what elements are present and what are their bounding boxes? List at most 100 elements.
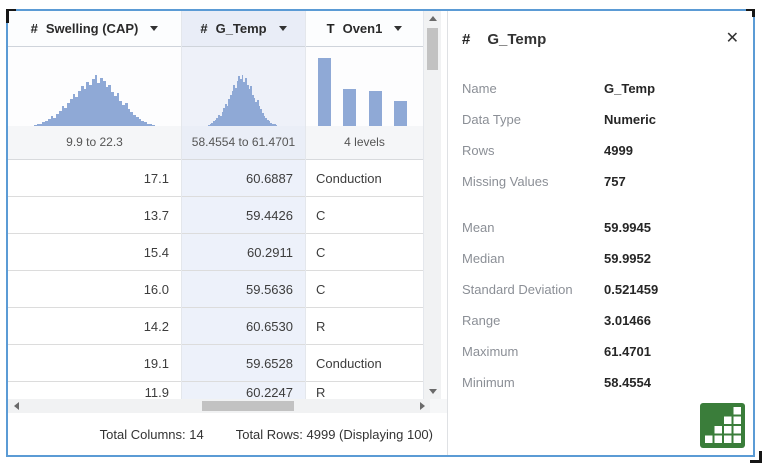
- data-table-viewer: # Swelling (CAP) 9.9 to 22.3 17.1 13.7 15.4 16…: [6, 9, 762, 463]
- column-range-label: 58.4554 to 61.4701: [182, 126, 305, 161]
- up-triangle-icon: [428, 16, 437, 21]
- table-cell[interactable]: 15.4: [8, 234, 181, 272]
- column-label: G_Temp: [215, 20, 267, 36]
- text-type-icon: T: [326, 20, 335, 36]
- chevron-down-icon[interactable]: [394, 25, 403, 31]
- column-histogram[interactable]: [306, 46, 423, 127]
- table-cell[interactable]: 59.4426: [182, 197, 305, 235]
- column-header[interactable]: T Oven1: [306, 11, 423, 47]
- crop-handle-top-left: [6, 9, 16, 23]
- stat-row: Data Type Numeric: [462, 104, 745, 135]
- vertical-scroll-thumb[interactable]: [427, 28, 438, 70]
- table-cell[interactable]: 17.1: [8, 160, 181, 198]
- column-range-label: 4 levels: [306, 126, 423, 161]
- vertical-scroll-track[interactable]: [424, 26, 441, 384]
- column-histogram[interactable]: [182, 46, 305, 127]
- numeric-type-icon: #: [462, 30, 471, 48]
- histogram-bar: [343, 89, 357, 127]
- stat-value: 0.521459: [604, 282, 659, 297]
- scroll-left-arrow[interactable]: [8, 399, 24, 413]
- table-cell[interactable]: R: [306, 382, 423, 399]
- column-range-label: 9.9 to 22.3: [8, 126, 181, 161]
- stat-row: Name G_Temp: [462, 73, 745, 104]
- table-cell[interactable]: 13.7: [8, 197, 181, 235]
- table-cell[interactable]: C: [306, 271, 423, 309]
- close-icon[interactable]: ✕: [726, 31, 739, 47]
- column-statistics: Name G_Temp Data Type Numeric Rows 4999 Missin…: [462, 73, 745, 398]
- column-oven1: T Oven1 4 levels Conduction C C C R Conduction R: [306, 11, 424, 399]
- stat-group: Name G_Temp Data Type Numeric Rows 4999 Missin…: [462, 73, 745, 197]
- column-cells: Conduction C C C R Conduction R: [306, 160, 423, 399]
- scroll-down-arrow[interactable]: [424, 384, 441, 399]
- grid-body: # Swelling (CAP) 9.9 to 22.3 17.1 13.7 15.4 16…: [8, 11, 447, 399]
- stat-row: Maximum 61.4701: [462, 336, 745, 367]
- panel-title: G_Temp: [487, 30, 547, 48]
- stat-row: Standard Deviation 0.521459: [462, 274, 745, 305]
- table-cell[interactable]: 60.6530: [182, 308, 305, 346]
- table-cell[interactable]: 59.6528: [182, 345, 305, 383]
- table-cell[interactable]: C: [306, 197, 423, 235]
- column-header[interactable]: # G_Temp: [182, 11, 305, 47]
- panel-header: # G_Temp ✕: [462, 27, 745, 51]
- stat-row: Minimum 58.4554: [462, 367, 745, 398]
- column-g-temp: # G_Temp 58.4554 to 61.4701 60.6887 59.4426 6…: [182, 11, 306, 399]
- table-cell[interactable]: 19.1: [8, 345, 181, 383]
- stat-value: Numeric: [604, 112, 657, 127]
- stat-row: Mean 59.9945: [462, 212, 745, 243]
- chevron-down-icon[interactable]: [278, 25, 287, 31]
- stat-value: G_Temp: [604, 81, 656, 96]
- horizontal-scroll-thumb[interactable]: [202, 401, 294, 411]
- scroll-right-arrow[interactable]: [414, 399, 430, 413]
- histogram-chart-glyph: [700, 403, 745, 448]
- status-bar: Total Columns: 14 Total Rows: 4999 (Disp…: [8, 413, 447, 455]
- right-triangle-icon: [419, 402, 425, 410]
- stat-label: Mean: [462, 220, 495, 235]
- stat-label: Rows: [462, 143, 495, 158]
- down-triangle-icon: [428, 389, 437, 394]
- table-cell[interactable]: 60.6887: [182, 160, 305, 198]
- stat-label: Minimum: [462, 375, 515, 390]
- table-cell[interactable]: 60.2247: [182, 382, 305, 399]
- column-cells: 60.6887 59.4426 60.2911 59.5636 60.6530 59.65…: [182, 160, 305, 399]
- stat-row: Median 59.9952: [462, 243, 745, 274]
- stat-label: Data Type: [462, 112, 522, 127]
- scroll-up-arrow[interactable]: [424, 11, 441, 26]
- data-grid: # Swelling (CAP) 9.9 to 22.3 17.1 13.7 15.4 16…: [8, 11, 447, 455]
- table-cell[interactable]: 16.0: [8, 271, 181, 309]
- stat-value: 61.4701: [604, 344, 651, 359]
- table-cell[interactable]: C: [306, 234, 423, 272]
- table-cell[interactable]: 11.9: [8, 382, 181, 399]
- horizontal-scrollbar[interactable]: [8, 399, 447, 413]
- chevron-down-icon[interactable]: [150, 25, 159, 31]
- histogram-chart-icon[interactable]: [700, 403, 745, 448]
- numeric-type-icon: #: [30, 20, 38, 36]
- table-cell[interactable]: 59.5636: [182, 271, 305, 309]
- stat-value: 757: [604, 174, 626, 189]
- stat-label: Missing Values: [462, 174, 549, 189]
- grid-columns: # Swelling (CAP) 9.9 to 22.3 17.1 13.7 15.4 16…: [8, 11, 424, 399]
- scrollbar-corner: [430, 399, 447, 413]
- app-window: # Swelling (CAP) 9.9 to 22.3 17.1 13.7 15.4 16…: [0, 0, 772, 474]
- total-rows-label: Total Rows: 4999 (Displaying 100): [235, 426, 433, 442]
- column-histogram[interactable]: [8, 46, 181, 127]
- stat-value: 58.4554: [604, 375, 651, 390]
- stat-row: Range 3.01466: [462, 305, 745, 336]
- table-cell[interactable]: 14.2: [8, 308, 181, 346]
- vertical-scrollbar[interactable]: [424, 11, 441, 399]
- stat-value: 4999: [604, 143, 633, 158]
- column-label: Oven1: [342, 20, 383, 36]
- stat-value: 59.9945: [604, 220, 651, 235]
- histogram-bar: [393, 101, 407, 127]
- stat-label: Range: [462, 313, 501, 328]
- column-label: Swelling (CAP): [45, 20, 139, 36]
- horizontal-scroll-track[interactable]: [24, 399, 414, 413]
- histogram-bar: [318, 58, 331, 127]
- table-cell[interactable]: Conduction: [306, 345, 423, 383]
- table-cell[interactable]: 60.2911: [182, 234, 305, 272]
- histogram-bar: [368, 90, 382, 127]
- crop-handle-top-right: [746, 9, 755, 17]
- table-cell[interactable]: Conduction: [306, 160, 423, 198]
- table-cell[interactable]: R: [306, 308, 423, 346]
- column-swelling-cap-: # Swelling (CAP) 9.9 to 22.3 17.1 13.7 15.4 16…: [8, 11, 182, 399]
- column-header[interactable]: # Swelling (CAP): [8, 11, 181, 47]
